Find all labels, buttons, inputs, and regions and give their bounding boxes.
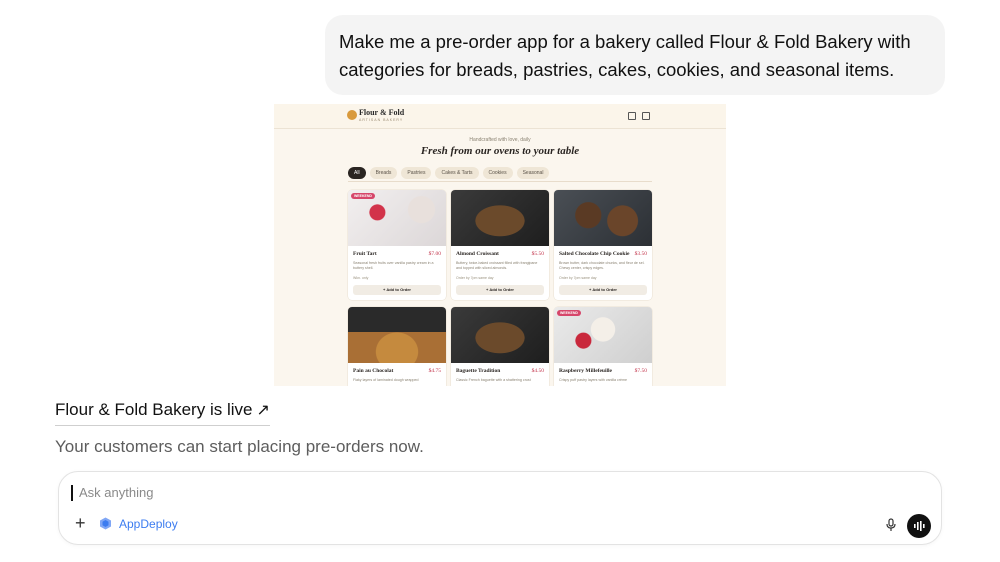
tab-breads: Breads [369,167,398,179]
product-card: Almond Croissant $5.50 Buttery, twice-ba… [451,190,549,300]
add-to-order-button: + Add to Order [559,285,647,295]
product-description: Classic French baguette with a shatterin… [456,378,531,382]
product-meta: Order by 7pm same day [559,276,597,280]
plus-icon[interactable]: + [75,514,86,532]
product-name: Salted Chocolate Chip Cookie [559,251,630,257]
product-description: Seasonal fresh fruits over vanilla pastr… [353,261,434,270]
external-arrow-icon: ↗ [256,402,270,419]
product-name: Raspberry Millefeuille [559,368,613,374]
voice-mode-button[interactable] [907,514,931,538]
product-description: Crispy puff pastry layers with vanilla c… [559,378,628,382]
product-description: Flaky layers of laminated dough wrapped [353,378,419,382]
product-price: $3.50 [634,251,647,257]
product-image [451,307,549,363]
product-name: Baguette Tradition [456,368,501,374]
product-image [451,190,549,246]
tab-cakes-tarts: Cakes & Tarts [435,167,479,179]
product-image [554,190,652,246]
product-image [348,307,446,363]
product-card: WEEKEND Raspberry Millefeuille $7.50 Cri… [554,307,652,386]
preview-headline: Fresh from our ovens to your table [420,145,580,157]
tab-cookies: Cookies [482,167,513,179]
tab-seasonal: Seasonal [516,167,550,179]
product-name: Fruit Tart [353,251,377,257]
product-meta: Order by 7pm same day [456,276,494,280]
product-price: $4.50 [531,368,544,374]
preview-header: Flour & Fold ARTISAN BAKERY [274,104,726,129]
product-card: WEEKEND Fruit Tart $7.00 Seasonal fresh … [348,190,446,300]
add-to-order-button: + Add to Order [353,285,441,295]
live-app-link[interactable]: Flour & Fold Bakery is live ↗ [55,400,270,426]
live-link-label: Flour & Fold Bakery is live [55,400,253,419]
bag-icon [642,112,650,120]
product-price: $7.00 [428,251,441,257]
product-card: Pain au Chocolat $4.75 Flaky layers of l… [348,307,446,386]
add-to-order-button: + Add to Order [456,285,544,295]
appdeploy-icon[interactable] [99,517,112,530]
preview-tagline: ARTISAN BAKERY [359,118,404,122]
product-meta: Wkn. only [353,276,369,280]
text-caret [71,485,73,501]
voice-mode-icon [914,521,925,531]
product-description: Buttery, twice-baked croissant filled wi… [456,261,538,270]
croissant-logo-icon [347,110,357,120]
weekend-badge: WEEKEND [351,193,375,199]
product-name: Almond Croissant [456,251,499,257]
appdeploy-tool-label[interactable]: AppDeploy [119,517,178,531]
product-card: Salted Chocolate Chip Cookie $3.50 Brown… [554,190,652,300]
product-description: Brown butter, dark chocolate chunks, and… [559,261,645,270]
tab-all: All [348,167,366,179]
product-image: WEEKEND [554,307,652,363]
weekend-badge: WEEKEND [557,310,581,316]
microphone-icon[interactable] [885,518,897,532]
product-image: WEEKEND [348,190,446,246]
user-message-bubble: Make me a pre-order app for a bakery cal… [325,15,945,95]
preview-subheading: Handcrafted with love, daily [469,137,531,143]
tab-pastries: Pastries [401,167,432,179]
product-price: $4.75 [428,368,441,374]
product-price: $5.50 [531,251,544,257]
preview-brand: Flour & Fold [359,108,405,117]
divider [348,181,652,182]
product-name: Pain au Chocolat [353,368,394,374]
product-price: $7.50 [634,368,647,374]
product-card: Baguette Tradition $4.50 Classic French … [451,307,549,386]
ask-input[interactable] [77,483,681,502]
assistant-followup-text: Your customers can start placing pre-ord… [55,437,424,456]
app-preview-screenshot[interactable]: Flour & Fold ARTISAN BAKERY Handcrafted … [274,104,726,386]
calendar-icon [628,112,636,120]
composer: + AppDeploy [58,471,942,545]
category-tabs: All Breads Pastries Cakes & Tarts Cookie… [348,167,550,179]
